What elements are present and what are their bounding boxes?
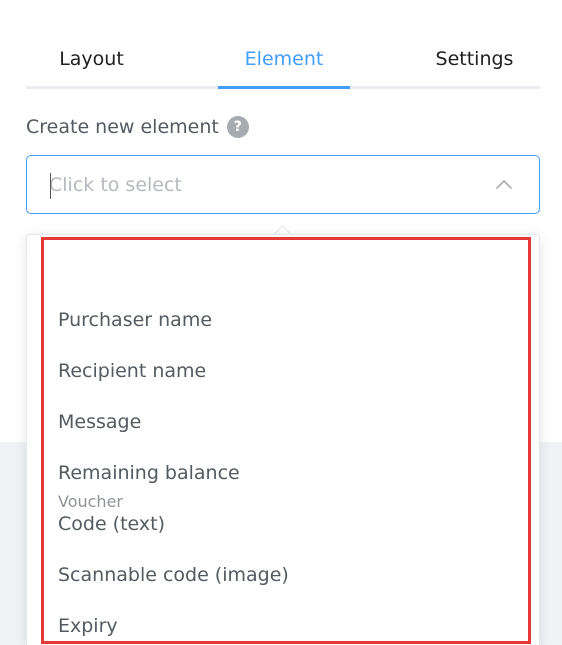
text-caret [50, 173, 51, 199]
tab-layout[interactable]: Layout [26, 38, 157, 89]
element-select-input[interactable] [49, 169, 479, 201]
create-element-label-text: Create new element [26, 116, 219, 138]
tab-settings[interactable]: Settings [409, 38, 540, 89]
option-remaining-balance[interactable]: Remaining balance [58, 448, 528, 499]
question-circle-icon[interactable]: ? [226, 116, 249, 138]
active-tab-indicator [218, 86, 350, 89]
option-recipient-name[interactable]: Recipient name [58, 346, 528, 397]
tab-bar: Layout Element Settings [26, 38, 540, 89]
tab-element[interactable]: Element [218, 38, 350, 89]
element-select[interactable] [26, 155, 540, 214]
option-scannable-code[interactable]: Scannable code (image) [58, 550, 528, 601]
chevron-up-icon[interactable] [493, 174, 515, 196]
tab-element-label: Element [244, 48, 324, 70]
option-expiry[interactable]: Expiry [58, 601, 528, 645]
option-code-text[interactable]: Code (text) [58, 499, 528, 550]
option-purchaser-name[interactable]: Purchaser name [58, 295, 528, 346]
element-dropdown: Voucher Purchaser name Recipient name Me… [26, 234, 540, 645]
option-message[interactable]: Message [58, 397, 528, 448]
create-element-label: Create new element ? [26, 113, 249, 141]
